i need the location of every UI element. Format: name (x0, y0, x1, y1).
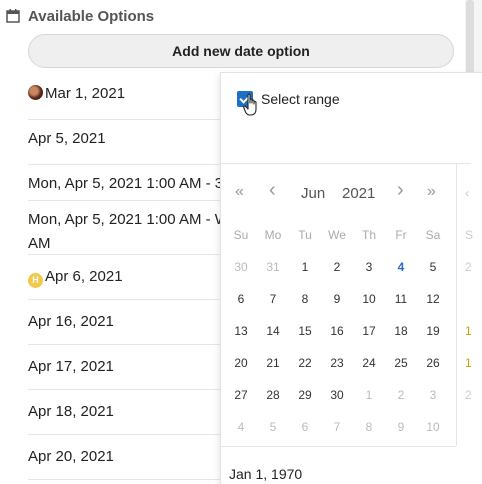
calendar-day[interactable]: 21 (257, 356, 289, 370)
next-calendar-edge: S (465, 228, 474, 242)
next-calendar-edge: ‹ (465, 186, 469, 200)
calendar-day[interactable]: 24 (353, 356, 385, 370)
calendar-day[interactable]: 9 (321, 292, 353, 306)
calendar-day[interactable]: 6 (225, 292, 257, 306)
calendar-day[interactable]: 3 (417, 388, 449, 402)
calendar-day[interactable]: 17 (353, 324, 385, 338)
calendar-day[interactable]: 13 (225, 324, 257, 338)
year-select[interactable]: 2021 (342, 185, 375, 202)
calendar-day[interactable]: 5 (417, 260, 449, 274)
calendar-day[interactable]: 29 (289, 388, 321, 402)
calendar-day[interactable]: 18 (385, 324, 417, 338)
calendar-day[interactable]: 30 (225, 260, 257, 274)
weekday-label: Tu (298, 228, 312, 242)
calendar-day[interactable]: 30 (321, 388, 353, 402)
option-label: Mon, Apr 5, 2021 1:00 AM - W (28, 211, 229, 228)
calendar-day[interactable]: 27 (225, 388, 257, 402)
next-year-button[interactable]: » (427, 183, 436, 201)
calendar-day[interactable]: 6 (289, 420, 321, 434)
prev-month-button[interactable]: ‹ (269, 179, 276, 202)
calendar-day[interactable]: 7 (257, 292, 289, 306)
next-calendar-edge: 2 (465, 260, 472, 274)
next-calendar-edge: 1 (465, 324, 472, 338)
calendar-day[interactable]: 5 (257, 420, 289, 434)
date-picker-popup: Select range « ‹ Jun 2021 › » Su Mo Tu We Th… (220, 72, 482, 484)
weekday-label: Mo (264, 228, 282, 242)
calendar-day[interactable]: 11 (385, 292, 417, 306)
calendar-divider (221, 446, 456, 447)
calendar-day[interactable]: 25 (385, 356, 417, 370)
option-label: Apr 5, 2021 (28, 130, 106, 147)
calendar-day[interactable]: 8 (289, 292, 321, 306)
weekday-label: We (328, 228, 346, 242)
calendar-day[interactable]: 2 (321, 260, 353, 274)
calendar-day[interactable]: 4 (225, 420, 257, 434)
calendar-day[interactable]: 7 (321, 420, 353, 434)
select-range-label: Select range (261, 91, 340, 107)
weekday-label: Th (361, 228, 376, 242)
calendar-day[interactable]: 19 (417, 324, 449, 338)
calendar-day[interactable]: 26 (417, 356, 449, 370)
option-label: Mon, Apr 5, 2021 1:00 AM - 3 (28, 175, 224, 192)
calendar-day[interactable]: 16 (321, 324, 353, 338)
calendar-divider (456, 163, 457, 446)
option-label: Apr 16, 2021 (28, 313, 114, 330)
user-avatar: H (28, 273, 43, 288)
next-calendar-edge: 2 (465, 388, 472, 402)
next-month-button[interactable]: › (397, 179, 404, 202)
calendar-day[interactable]: 2 (385, 388, 417, 402)
calendar-icon (6, 9, 20, 23)
add-date-option-button[interactable]: Add new date option (28, 34, 454, 68)
calendar-day[interactable]: 9 (385, 420, 417, 434)
month-select[interactable]: Jun (301, 185, 325, 202)
calendar-day[interactable]: 14 (257, 324, 289, 338)
calendar-day[interactable]: 3 (353, 260, 385, 274)
calendar-day[interactable]: 10 (417, 420, 449, 434)
calendar-day[interactable]: 23 (321, 356, 353, 370)
calendar-day[interactable]: 10 (353, 292, 385, 306)
calendar-day[interactable]: 31 (257, 260, 289, 274)
calendar-day[interactable]: 22 (289, 356, 321, 370)
weekday-label: Sa (425, 228, 441, 242)
calendar-day[interactable]: 15 (289, 324, 321, 338)
section-header: Available Options (6, 6, 154, 26)
weekday-label: Fr (395, 228, 407, 242)
option-label-continued: AM (28, 235, 51, 252)
user-avatar (28, 85, 43, 100)
option-label: Mar 1, 2021 (45, 85, 126, 102)
option-label: Apr 17, 2021 (28, 358, 114, 375)
calendar-day[interactable]: 4 (385, 260, 417, 274)
option-label: Apr 18, 2021 (28, 403, 114, 420)
calendar-day[interactable]: 1 (353, 388, 385, 402)
calendar-day[interactable]: 1 (289, 260, 321, 274)
option-label: Apr 20, 2021 (28, 448, 114, 465)
hand-pointer-icon (243, 93, 257, 116)
calendar-day[interactable]: 8 (353, 420, 385, 434)
section-title: Available Options (28, 7, 155, 25)
next-calendar-edge: 1 (465, 356, 472, 370)
weekday-label: Su (233, 228, 249, 242)
calendar-day[interactable]: 28 (257, 388, 289, 402)
picker-divider (221, 163, 471, 164)
prev-year-button[interactable]: « (235, 183, 244, 201)
calendar-day[interactable]: 20 (225, 356, 257, 370)
calendar-day[interactable]: 12 (417, 292, 449, 306)
start-date-value: Jan 1, 1970 (229, 466, 303, 482)
option-label: Apr 6, 2021 (45, 268, 123, 285)
